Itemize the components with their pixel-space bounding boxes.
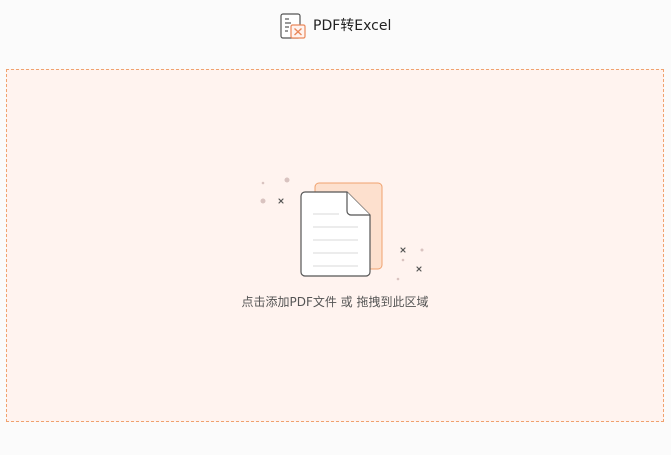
drop-zone-hint: 点击添加PDF文件 或 拖拽到此区域 bbox=[241, 295, 429, 309]
header-bar: PDF转Excel bbox=[0, 0, 671, 50]
document-upload-icon bbox=[260, 177, 424, 281]
page-title-text: PDF转Excel bbox=[313, 18, 392, 34]
file-drop-zone[interactable]: 点击添加PDF文件 或 拖拽到此区域 bbox=[6, 69, 664, 422]
pdf-to-excel-icon bbox=[280, 13, 306, 39]
page-title: PDF转Excel bbox=[279, 12, 391, 40]
